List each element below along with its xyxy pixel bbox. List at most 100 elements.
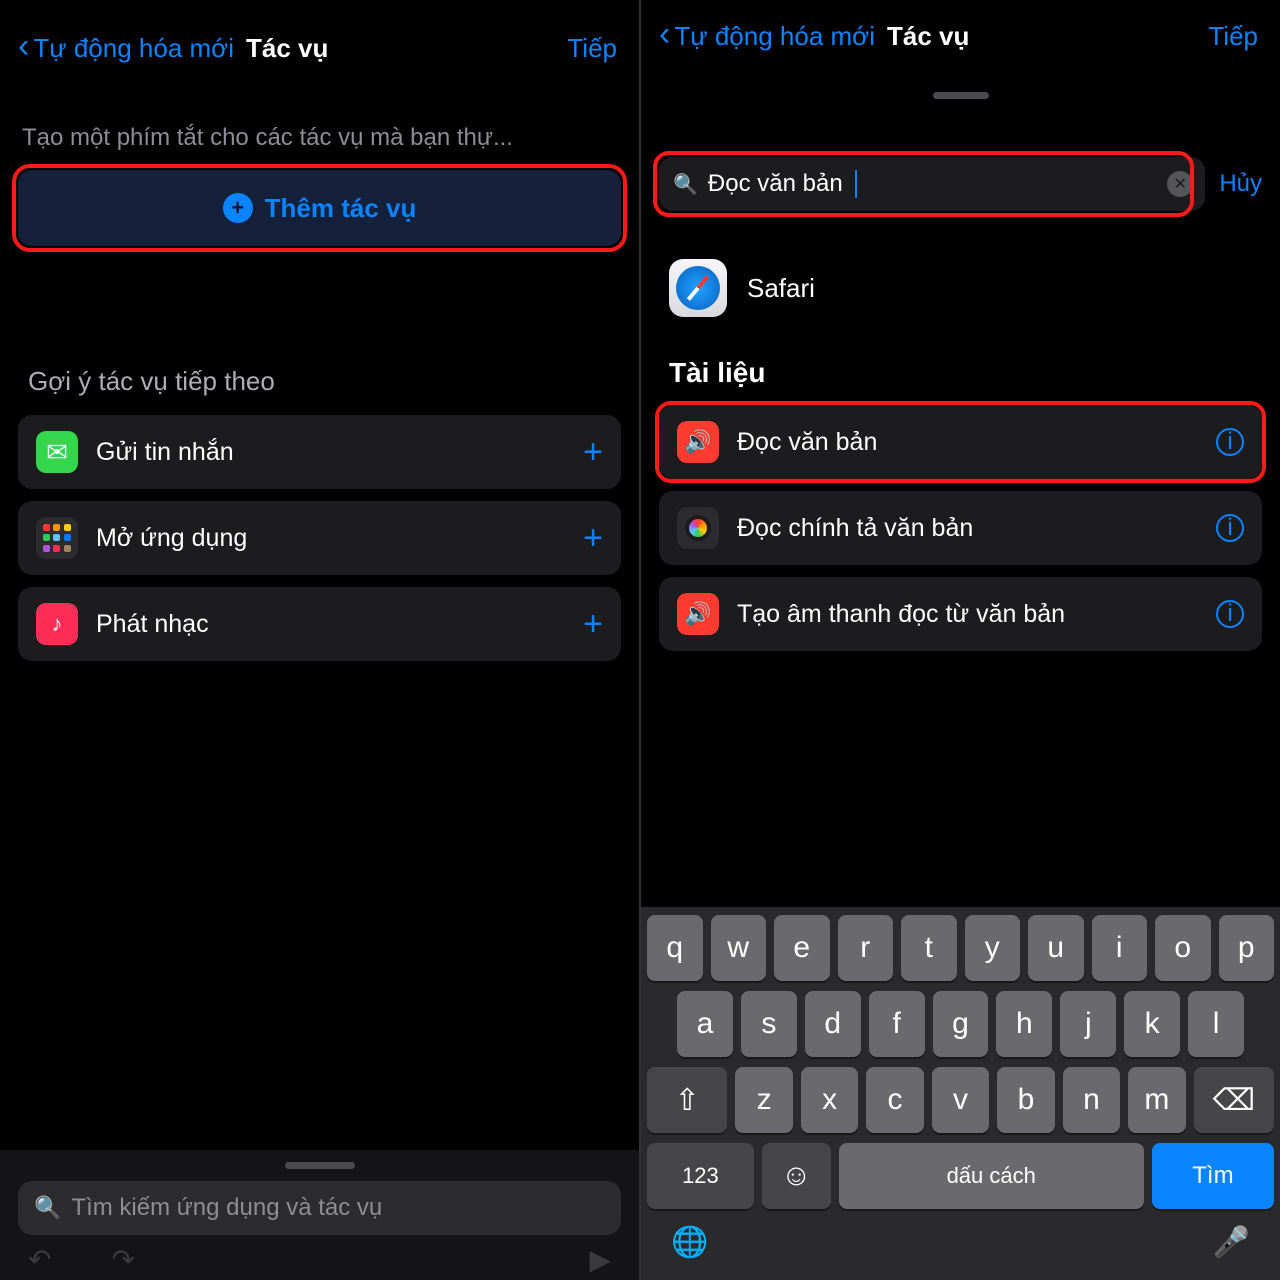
search-icon: 🔍 <box>34 1195 61 1221</box>
info-icon[interactable]: i <box>1216 428 1244 456</box>
result-row[interactable]: 🔊 Đọc văn bản i <box>659 405 1262 479</box>
nav-bar: ‹ Tự động hóa mới Tác vụ Tiếp <box>641 0 1280 72</box>
key-t[interactable]: t <box>901 915 957 981</box>
key-n[interactable]: n <box>1063 1067 1120 1133</box>
search-value: Đọc văn bản <box>708 170 843 198</box>
key-m[interactable]: m <box>1128 1067 1185 1133</box>
plus-icon[interactable]: + <box>583 433 603 472</box>
result-row[interactable]: Đọc chính tả văn bản i <box>659 491 1262 565</box>
row-label: Tạo âm thanh đọc từ văn bản <box>737 600 1216 629</box>
keyboard-row: q w e r t y u i o p <box>647 915 1274 981</box>
key-x[interactable]: x <box>801 1067 858 1133</box>
keyboard-row: ⇧ z x c v b n m ⌫ <box>647 1067 1274 1133</box>
app-result-row[interactable]: Safari <box>641 219 1280 327</box>
chevron-left-icon: ‹ <box>18 29 29 63</box>
plus-icon[interactable]: + <box>583 519 603 558</box>
key-y[interactable]: y <box>965 915 1021 981</box>
backspace-key[interactable]: ⌫ <box>1194 1067 1274 1133</box>
keyboard: q w e r t y u i o p a s d f g h j k l ⇧ … <box>641 907 1280 1280</box>
play-icon[interactable]: ▶ <box>589 1243 611 1276</box>
toolbar-icons: ↶ ↷ ▶ <box>0 1235 639 1276</box>
grabber-handle[interactable] <box>933 92 989 99</box>
shift-key[interactable]: ⇧ <box>647 1067 727 1133</box>
key-w[interactable]: w <box>711 915 767 981</box>
back-label: Tự động hóa mới <box>33 33 234 64</box>
circle-icon <box>677 507 719 549</box>
page-title: Tác vụ <box>246 33 328 64</box>
suggestion-row[interactable]: Mở ứng dụng + <box>18 501 621 575</box>
cancel-button[interactable]: Hủy <box>1219 170 1262 198</box>
grabber-handle[interactable] <box>285 1162 355 1169</box>
space-key[interactable]: dấu cách <box>839 1143 1144 1209</box>
chevron-left-icon: ‹ <box>659 17 670 51</box>
key-i[interactable]: i <box>1092 915 1148 981</box>
results-list: 🔊 Đọc văn bản i Đọc chính tả văn bản i 🔊… <box>641 405 1280 663</box>
redo-icon[interactable]: ↷ <box>111 1243 134 1276</box>
add-action-label: Thêm tác vụ <box>265 193 417 224</box>
page-title: Tác vụ <box>887 21 969 52</box>
section-header: Tài liệu <box>641 327 1280 405</box>
key-g[interactable]: g <box>933 991 989 1057</box>
key-o[interactable]: o <box>1155 915 1211 981</box>
key-a[interactable]: a <box>677 991 733 1057</box>
key-p[interactable]: p <box>1219 915 1275 981</box>
search-key[interactable]: Tìm <box>1152 1143 1274 1209</box>
plus-icon[interactable]: + <box>583 605 603 644</box>
search-input[interactable]: 🔍 Tìm kiếm ứng dụng và tác vụ <box>18 1181 621 1235</box>
key-l[interactable]: l <box>1188 991 1244 1057</box>
nav-bar: ‹ Tự động hóa mới Tác vụ Tiếp <box>0 0 639 96</box>
plus-circle-icon: + <box>223 193 253 223</box>
bottom-sheet: 🔍 Tìm kiếm ứng dụng và tác vụ ↶ ↷ ▶ <box>0 1150 639 1280</box>
key-e[interactable]: e <box>774 915 830 981</box>
row-label: Gửi tin nhắn <box>96 438 583 467</box>
info-icon[interactable]: i <box>1216 514 1244 542</box>
back-button[interactable]: ‹ Tự động hóa mới <box>18 33 234 64</box>
search-placeholder: Tìm kiếm ứng dụng và tác vụ <box>71 1194 382 1222</box>
key-c[interactable]: c <box>866 1067 923 1133</box>
clear-icon[interactable]: ✕ <box>1167 171 1193 197</box>
row-label: Mở ứng dụng <box>96 524 583 553</box>
text-cursor <box>855 170 857 198</box>
pane-left: ‹ Tự động hóa mới Tác vụ Tiếp Tạo một ph… <box>0 0 641 1280</box>
add-action-button[interactable]: + Thêm tác vụ <box>18 170 621 246</box>
search-wrap: 🔍 Đọc văn bản ✕ Hủy <box>641 149 1280 219</box>
suggestion-row[interactable]: ♪ Phát nhạc + <box>18 587 621 661</box>
suggestions-header: Gợi ý tác vụ tiếp theo <box>0 366 639 397</box>
suggestion-list: ✉ Gửi tin nhắn + Mở ứng dụng + ♪ Phát nh… <box>0 415 639 673</box>
key-j[interactable]: j <box>1060 991 1116 1057</box>
key-b[interactable]: b <box>997 1067 1054 1133</box>
key-u[interactable]: u <box>1028 915 1084 981</box>
row-label: Đọc chính tả văn bản <box>737 514 1216 543</box>
key-q[interactable]: q <box>647 915 703 981</box>
key-r[interactable]: r <box>838 915 894 981</box>
globe-icon[interactable]: 🌐 <box>671 1225 708 1260</box>
keyboard-bottom-row: 🌐 🎤 <box>647 1219 1274 1260</box>
key-z[interactable]: z <box>735 1067 792 1133</box>
search-input[interactable]: 🔍 Đọc văn bản ✕ <box>659 157 1205 211</box>
result-row[interactable]: 🔊 Tạo âm thanh đọc từ văn bản i <box>659 577 1262 651</box>
next-button[interactable]: Tiếp <box>1208 21 1258 52</box>
key-f[interactable]: f <box>869 991 925 1057</box>
row-label: Phát nhạc <box>96 610 583 639</box>
pane-right: ‹ Tự động hóa mới Tác vụ Tiếp 🔍 Đọc văn … <box>641 0 1280 1280</box>
key-v[interactable]: v <box>932 1067 989 1133</box>
back-label: Tự động hóa mới <box>674 21 875 52</box>
keyboard-row: 123 ☺ dấu cách Tìm <box>647 1143 1274 1209</box>
mic-icon[interactable]: 🎤 <box>1213 1225 1250 1260</box>
speaker-icon: 🔊 <box>677 421 719 463</box>
back-button[interactable]: ‹ Tự động hóa mới <box>659 21 875 52</box>
key-h[interactable]: h <box>996 991 1052 1057</box>
keyboard-row: a s d f g h j k l <box>647 991 1274 1057</box>
next-button[interactable]: Tiếp <box>567 33 617 64</box>
app-label: Safari <box>747 273 815 304</box>
key-d[interactable]: d <box>805 991 861 1057</box>
info-icon[interactable]: i <box>1216 600 1244 628</box>
numeric-key[interactable]: 123 <box>647 1143 754 1209</box>
undo-icon[interactable]: ↶ <box>28 1243 51 1276</box>
suggestion-row[interactable]: ✉ Gửi tin nhắn + <box>18 415 621 489</box>
add-action-wrap: + Thêm tác vụ <box>0 170 639 246</box>
key-k[interactable]: k <box>1124 991 1180 1057</box>
key-s[interactable]: s <box>741 991 797 1057</box>
row-label: Đọc văn bản <box>737 428 1216 457</box>
emoji-key[interactable]: ☺ <box>762 1143 831 1209</box>
